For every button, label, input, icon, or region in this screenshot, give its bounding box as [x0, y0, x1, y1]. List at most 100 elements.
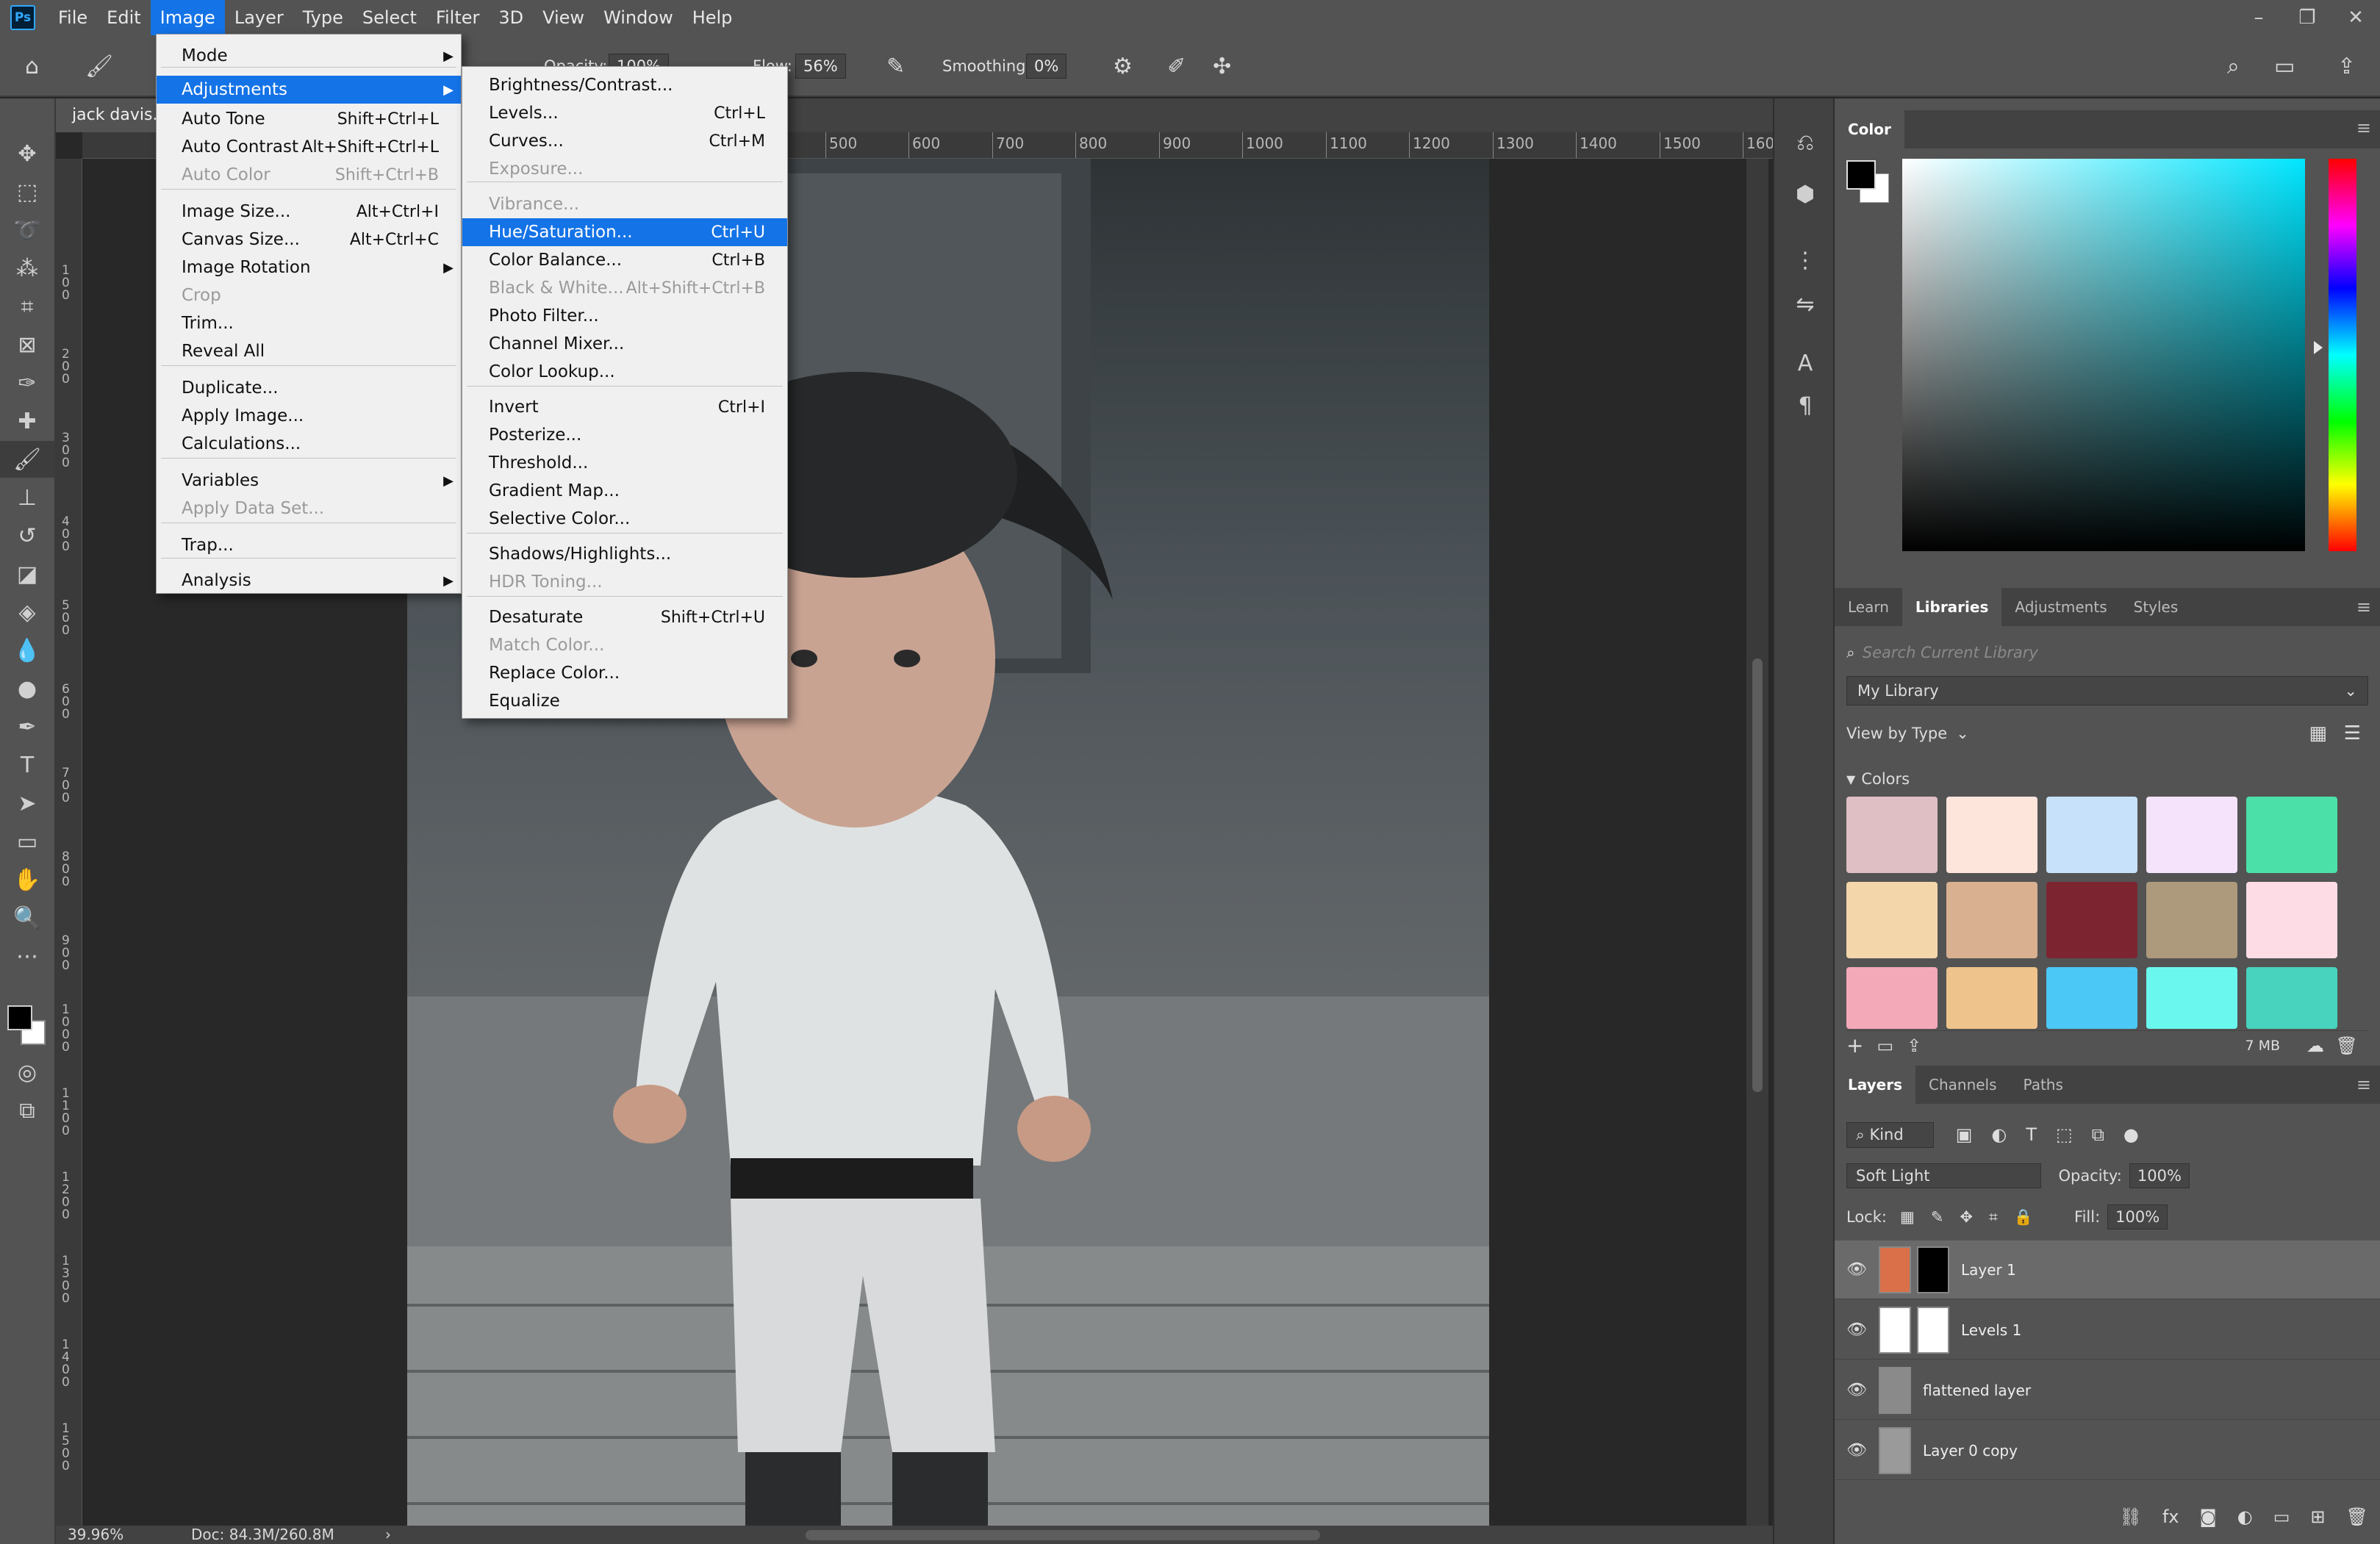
- layer-opacity-field[interactable]: 100%: [2129, 1163, 2190, 1188]
- adjustments-menu-item[interactable]: Color Lookup...: [462, 358, 787, 386]
- tab-adjustments[interactable]: Adjustments: [2001, 588, 2120, 626]
- library-color-swatch[interactable]: [1946, 797, 2037, 873]
- eraser-tool-icon[interactable]: ◪: [0, 556, 54, 592]
- menu-view[interactable]: View: [533, 0, 594, 35]
- visibility-eye-icon[interactable]: 👁: [1835, 1321, 1879, 1339]
- adjustments-menu-item[interactable]: Equalize: [462, 687, 787, 715]
- layer-mask-thumbnail[interactable]: [1917, 1246, 1949, 1293]
- library-color-swatch[interactable]: [2246, 967, 2337, 1029]
- library-color-swatch[interactable]: [2046, 882, 2137, 958]
- colors-section-header[interactable]: ▼ Colors: [1846, 764, 2368, 794]
- vertical-scroll-thumb[interactable]: [1752, 658, 1763, 1092]
- brush-preset-icon[interactable]: 🖌: [85, 35, 113, 97]
- tab-channels[interactable]: Channels: [1915, 1066, 2010, 1104]
- hand-tool-icon[interactable]: ✋: [0, 861, 54, 898]
- image-menu-item[interactable]: Image Rotation ▶: [157, 254, 461, 281]
- layer-filter-kind[interactable]: ⌕ Kind: [1846, 1121, 1934, 1148]
- menu-3d[interactable]: 3D: [489, 0, 533, 35]
- close-button[interactable]: ✕: [2331, 0, 2380, 35]
- quick-mask-icon[interactable]: ◎: [0, 1054, 54, 1091]
- adjustments-menu-item[interactable]: Curves... Ctrl+M: [462, 127, 787, 155]
- adjustments-menu-item[interactable]: Replace Color...: [462, 659, 787, 687]
- path-selection-tool-icon[interactable]: ➤: [0, 785, 54, 822]
- view-by-type[interactable]: View by Type ⌄ ▦ ☰: [1846, 719, 2368, 748]
- color-picker-field[interactable]: [1902, 159, 2305, 551]
- menu-filter[interactable]: Filter: [426, 0, 489, 35]
- blend-mode-select[interactable]: Soft Light: [1846, 1163, 2041, 1188]
- menu-help[interactable]: Help: [683, 0, 742, 35]
- eyedropper-tool-icon[interactable]: ✑: [0, 365, 54, 401]
- move-tool-icon[interactable]: ✥: [0, 135, 54, 172]
- history-panel-icon[interactable]: ⎌: [1788, 125, 1823, 160]
- hue-slider-arrow[interactable]: [2314, 341, 2323, 354]
- image-menu-item[interactable]: Reveal All: [157, 337, 461, 365]
- screen-mode-icon[interactable]: ⧉: [0, 1092, 54, 1129]
- layer-thumbnail[interactable]: [1879, 1366, 1911, 1414]
- lasso-tool-icon[interactable]: ➰: [0, 212, 54, 248]
- pressure-icon[interactable]: ✐: [1167, 35, 1186, 97]
- image-menu-item[interactable]: Trim...: [157, 309, 461, 337]
- library-color-swatch[interactable]: [1946, 882, 2037, 958]
- tab-libraries[interactable]: Libraries: [1902, 588, 2002, 626]
- brush-tool-icon[interactable]: 🖌: [0, 441, 54, 478]
- filter-shape-icon[interactable]: ⬚: [2056, 1124, 2073, 1145]
- character-panel-icon[interactable]: A: [1788, 345, 1823, 381]
- adjustments-menu-item[interactable]: Channel Mixer...: [462, 330, 787, 358]
- library-color-swatch[interactable]: [2146, 797, 2237, 873]
- layer-style-icon[interactable]: fx: [2162, 1507, 2179, 1527]
- zoom-tool-icon[interactable]: 🔍: [0, 900, 54, 936]
- library-color-swatch[interactable]: [2246, 882, 2337, 958]
- symmetry-icon[interactable]: ✣: [1213, 35, 1231, 97]
- frame-tool-icon[interactable]: ⊠: [0, 326, 54, 363]
- rectangle-tool-icon[interactable]: ▭: [0, 823, 54, 860]
- minimize-button[interactable]: –: [2234, 0, 2283, 35]
- image-menu-item[interactable]: Duplicate...: [157, 374, 461, 402]
- vertical-scrollbar[interactable]: [1746, 159, 1768, 1526]
- layer-name[interactable]: Levels 1: [1961, 1321, 2021, 1339]
- adjustments-menu-item[interactable]: Posterize...: [462, 421, 787, 449]
- tab-paths[interactable]: Paths: [2010, 1066, 2076, 1104]
- menu-file[interactable]: File: [49, 0, 97, 35]
- layer-thumbnail[interactable]: [1879, 1246, 1911, 1293]
- library-color-swatch[interactable]: [2046, 967, 2137, 1029]
- library-color-swatch[interactable]: [2146, 967, 2237, 1029]
- list-view-icon[interactable]: ☰: [2344, 722, 2361, 744]
- home-icon[interactable]: ⌂: [25, 35, 39, 97]
- link-layers-icon[interactable]: ⛓: [2119, 1507, 2141, 1527]
- color-foreground-swatch[interactable]: [1846, 160, 1876, 190]
- image-menu-item[interactable]: Mode ▶: [157, 42, 461, 70]
- image-menu-item[interactable]: Adjustments ▶: [157, 76, 461, 104]
- layers-panel-menu-icon[interactable]: ≡: [2356, 1074, 2371, 1095]
- history-brush-tool-icon[interactable]: ↺: [0, 517, 54, 554]
- hue-slider[interactable]: [2329, 159, 2356, 551]
- color-panel-menu-icon[interactable]: ≡: [2356, 118, 2371, 138]
- adjustments-menu-item[interactable]: Threshold...: [462, 449, 787, 477]
- library-color-swatch[interactable]: [1946, 967, 2037, 1029]
- library-search-input[interactable]: Search Current Library: [1863, 644, 2038, 661]
- status-arrow-icon[interactable]: ›: [385, 1526, 391, 1543]
- type-tool-icon[interactable]: T: [0, 747, 54, 783]
- image-menu-item[interactable]: Variables ▶: [157, 467, 461, 495]
- menu-layer[interactable]: Layer: [225, 0, 293, 35]
- paragraph-panel-icon[interactable]: ¶: [1788, 388, 1823, 423]
- new-group-icon[interactable]: ▭: [2273, 1507, 2290, 1527]
- zoom-level[interactable]: 39.96%: [68, 1526, 123, 1543]
- lock-artboard-icon[interactable]: ⌗: [1989, 1208, 1998, 1227]
- gear-icon[interactable]: ⚙: [1113, 35, 1133, 97]
- lock-pixels-icon[interactable]: ✎: [1931, 1208, 1944, 1226]
- image-menu-item[interactable]: Auto Contrast Alt+Shift+Ctrl+L: [157, 133, 461, 161]
- dodge-tool-icon[interactable]: ●: [0, 670, 54, 707]
- grid-view-icon[interactable]: ▦: [2309, 722, 2327, 744]
- library-select[interactable]: My Library ⌄: [1846, 676, 2368, 705]
- library-color-swatch[interactable]: [2046, 797, 2137, 873]
- crop-tool-icon[interactable]: ⌗: [0, 288, 54, 325]
- airbrush-icon[interactable]: ✎: [886, 35, 905, 97]
- layer-mask-thumbnail[interactable]: [1917, 1306, 1949, 1354]
- horizontal-scroll-thumb[interactable]: [806, 1530, 1320, 1540]
- tab-learn[interactable]: Learn: [1835, 588, 1902, 626]
- layer-row[interactable]: 👁 Layer 1: [1835, 1240, 2380, 1299]
- layer-thumbnail[interactable]: [1879, 1426, 1911, 1474]
- search-icon[interactable]: ⌕: [2227, 35, 2240, 97]
- fill-field[interactable]: 100%: [2107, 1204, 2168, 1229]
- new-layer-icon[interactable]: ⊞: [2310, 1507, 2325, 1527]
